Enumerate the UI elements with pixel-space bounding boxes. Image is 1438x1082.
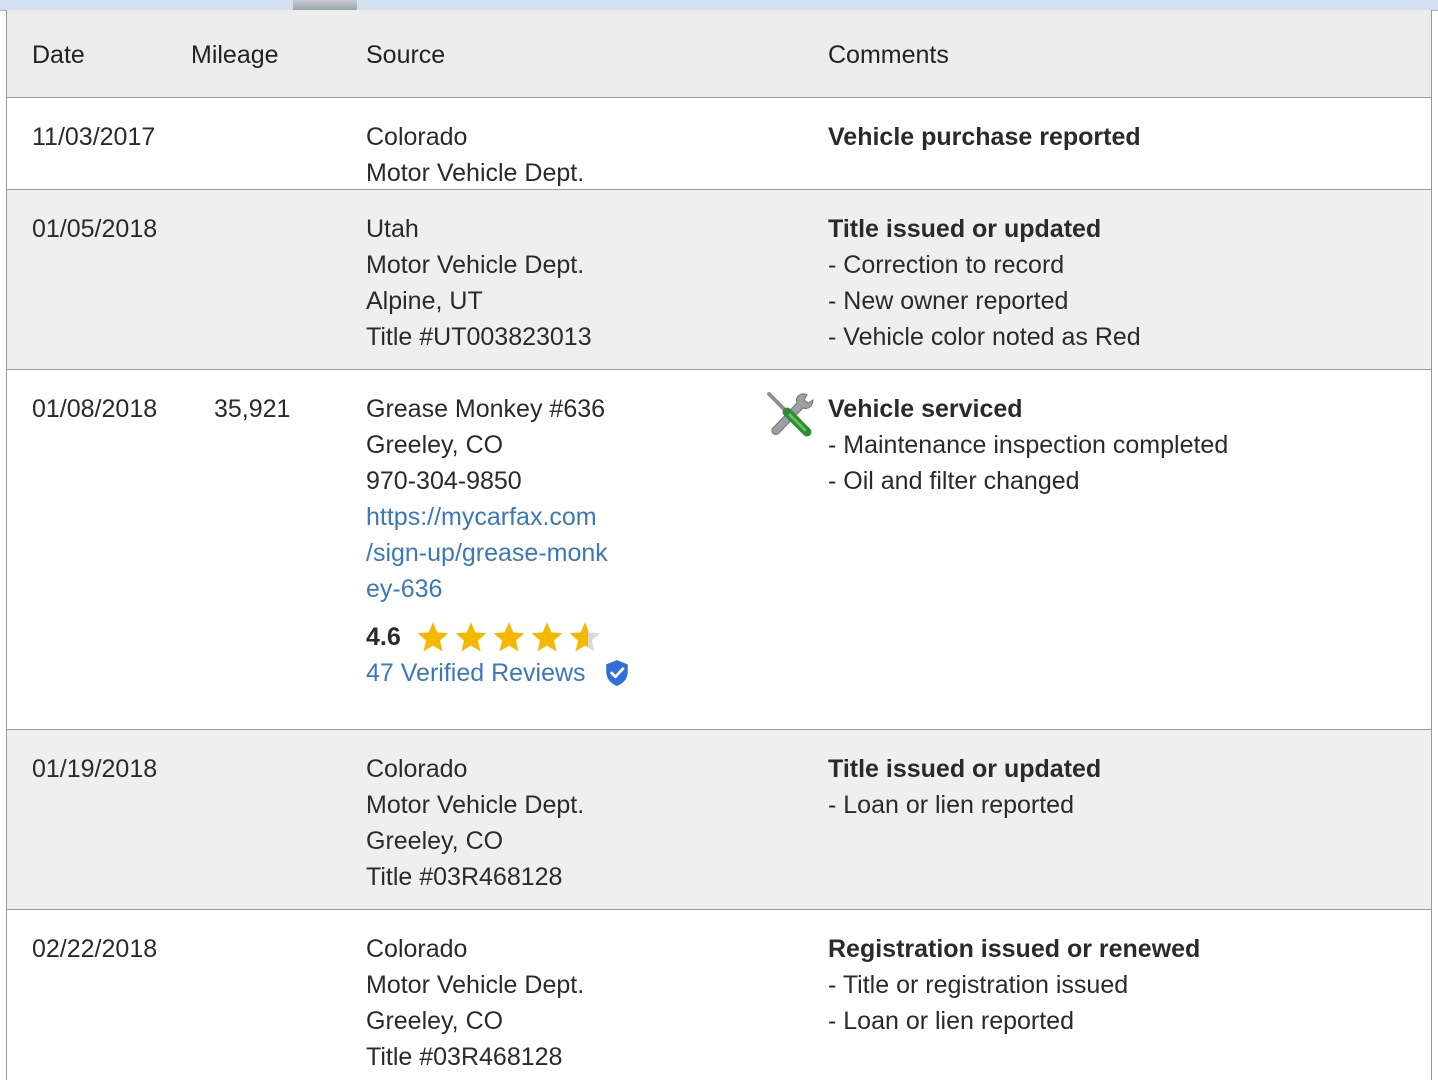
history-table: Date Mileage Source Comments 11/03/2017 … xyxy=(6,10,1432,1080)
table-row: 02/22/2018 Colorado Motor Vehicle Dept. … xyxy=(7,910,1431,1080)
row-date: 01/05/2018 xyxy=(32,215,158,243)
row-source: Grease Monkey #636 Greeley, CO 970-304-9… xyxy=(366,391,686,691)
row-comments: Vehicle serviced - Maintenance inspectio… xyxy=(828,391,1388,499)
source-line: Grease Monkey #636 xyxy=(366,395,606,423)
comment-title: Title issued or updated xyxy=(828,215,1102,243)
comment-title: Title issued or updated xyxy=(828,755,1102,783)
table-header: Date Mileage Source Comments xyxy=(7,10,1431,98)
source-line: Title #03R468128 xyxy=(366,1043,563,1071)
shop-link-line[interactable]: ey-636 xyxy=(366,571,686,607)
rating-value: 4.6 xyxy=(366,623,401,651)
comment-title: Vehicle serviced xyxy=(828,395,1023,423)
comment-line: - Maintenance inspection completed xyxy=(828,431,1229,459)
table-row: 01/05/2018 Utah Motor Vehicle Dept. Alpi… xyxy=(7,190,1431,370)
source-line: Motor Vehicle Dept. xyxy=(366,791,585,819)
row-comments: Registration issued or renewed - Title o… xyxy=(828,931,1388,1039)
comment-line: - Loan or lien reported xyxy=(828,791,1074,819)
source-line: Title #03R468128 xyxy=(366,863,563,891)
comment-line: - Oil and filter changed xyxy=(828,467,1080,495)
header-mileage: Mileage xyxy=(191,41,279,69)
table-row: 01/19/2018 Colorado Motor Vehicle Dept. … xyxy=(7,730,1431,910)
source-line: Colorado xyxy=(366,123,468,151)
comment-title: Vehicle purchase reported xyxy=(828,123,1141,151)
header-date: Date xyxy=(32,41,85,69)
row-date: 11/03/2017 xyxy=(32,123,156,151)
star-icon xyxy=(531,622,563,652)
source-line: Alpine, UT xyxy=(366,287,483,315)
source-line: Greeley, CO xyxy=(366,431,504,459)
verified-shield-icon xyxy=(605,660,628,686)
source-line: Greeley, CO xyxy=(366,1007,504,1035)
star-icon xyxy=(417,622,449,652)
comment-line: - Correction to record xyxy=(828,251,1065,279)
comment-line: - Title or registration issued xyxy=(828,971,1129,999)
row-mileage: 35,921 xyxy=(214,395,291,423)
row-source: Utah Motor Vehicle Dept. Alpine, UT Titl… xyxy=(366,211,686,355)
table-row: 01/08/2018 35,921 Grease Monkey #636 Gre… xyxy=(7,370,1431,730)
star-icon xyxy=(493,622,525,652)
star-rating xyxy=(415,620,605,654)
table-row: 11/03/2017 Colorado Motor Vehicle Dept. … xyxy=(7,98,1431,190)
row-comments: Title issued or updated - Loan or lien r… xyxy=(828,751,1388,823)
source-line: Motor Vehicle Dept. xyxy=(366,159,585,187)
shop-link-line[interactable]: https://mycarfax.com xyxy=(366,499,686,535)
row-source: Colorado Motor Vehicle Dept. xyxy=(366,119,686,191)
comment-line: - Vehicle color noted as Red xyxy=(828,323,1141,351)
star-icon xyxy=(569,622,601,652)
source-line: 970-304-9850 xyxy=(366,467,522,495)
tab-thumbnail[interactable] xyxy=(293,0,357,10)
rating: 4.6 xyxy=(366,619,686,655)
source-line: Utah xyxy=(366,215,419,243)
row-date: 01/19/2018 xyxy=(32,755,158,783)
shop-link[interactable]: https://mycarfax.com /sign-up/grease-mon… xyxy=(366,499,686,607)
row-comments: Vehicle purchase reported xyxy=(828,119,1388,155)
star-icon xyxy=(455,622,487,652)
source-line: Motor Vehicle Dept. xyxy=(366,251,585,279)
shop-link-line[interactable]: /sign-up/grease-monk xyxy=(366,535,686,571)
source-line: Title #UT003823013 xyxy=(366,323,592,351)
row-date: 02/22/2018 xyxy=(32,935,158,963)
row-source: Colorado Motor Vehicle Dept. Greeley, CO… xyxy=(366,751,686,895)
comment-line: - Loan or lien reported xyxy=(828,1007,1074,1035)
service-wrench-screwdriver-icon xyxy=(767,392,814,437)
comment-line: - New owner reported xyxy=(828,287,1069,315)
comment-title: Registration issued or renewed xyxy=(828,935,1201,963)
verified-reviews-link[interactable]: 47 Verified Reviews xyxy=(366,655,586,691)
header-comments: Comments xyxy=(828,41,949,69)
source-line: Motor Vehicle Dept. xyxy=(366,971,585,999)
row-comments: Title issued or updated - Correction to … xyxy=(828,211,1388,355)
header-source: Source xyxy=(366,41,446,69)
row-source: Colorado Motor Vehicle Dept. Greeley, CO… xyxy=(366,931,686,1075)
source-line: Colorado xyxy=(366,755,468,783)
source-line: Colorado xyxy=(366,935,468,963)
row-date: 01/08/2018 xyxy=(32,395,158,423)
source-line: Greeley, CO xyxy=(366,827,504,855)
